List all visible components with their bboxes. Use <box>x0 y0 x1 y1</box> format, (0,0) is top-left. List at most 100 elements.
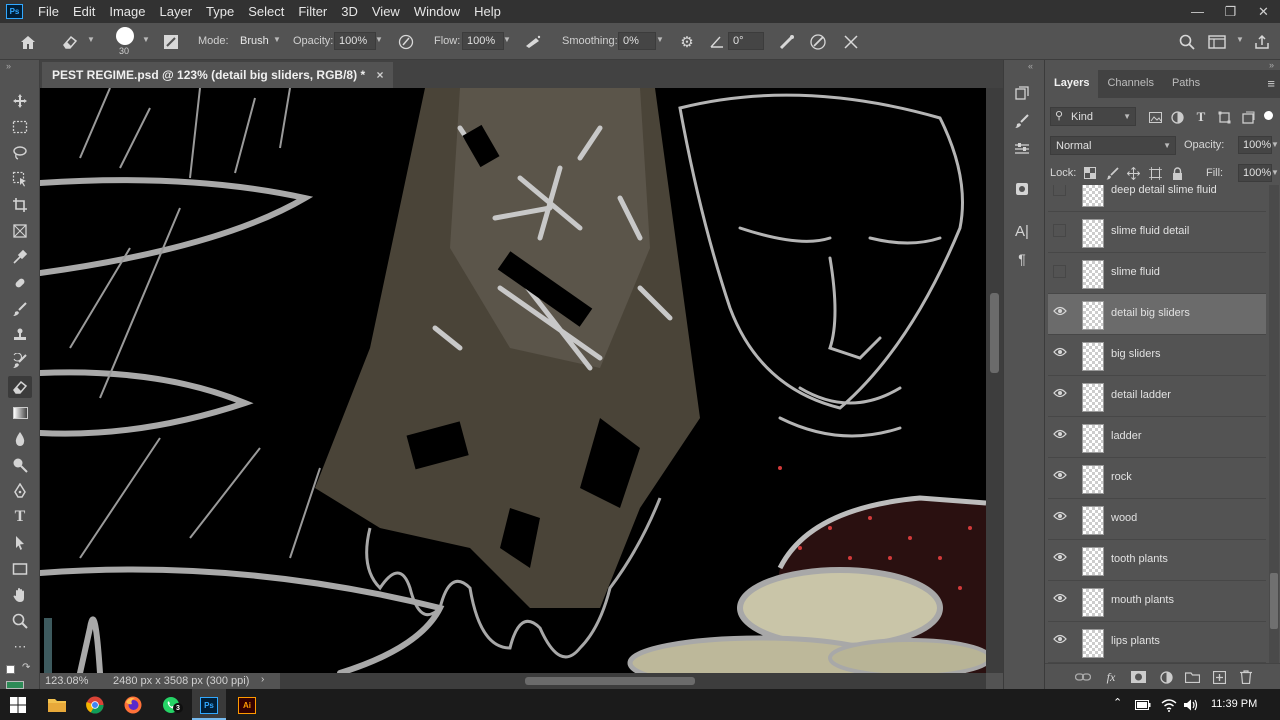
healing-brush-tool-icon[interactable] <box>8 272 32 294</box>
link-layers-icon[interactable] <box>1073 667 1093 687</box>
layer-thumbnail[interactable] <box>1082 185 1104 207</box>
symmetry-icon[interactable] <box>841 32 861 52</box>
horizontal-scrollbar[interactable] <box>280 673 986 689</box>
default-colors-icon[interactable] <box>6 665 15 674</box>
horizontal-scroll-thumb[interactable] <box>525 677 695 685</box>
panel-menu-icon[interactable]: ≡ <box>1267 76 1275 91</box>
type-tool-icon[interactable]: T <box>8 506 32 528</box>
menu-type[interactable]: Type <box>199 0 241 23</box>
more-tools-icon[interactable]: ⋯ <box>8 636 32 658</box>
eye-hidden-toggle[interactable] <box>1053 265 1066 278</box>
foreground-color-swatch[interactable] <box>6 681 24 689</box>
eye-hidden-toggle[interactable] <box>1053 185 1066 196</box>
eye-icon[interactable] <box>1053 552 1067 566</box>
menu-edit[interactable]: Edit <box>66 0 102 23</box>
fill-chevron-icon[interactable]: ▼ <box>1271 168 1279 177</box>
layer-row[interactable]: mouth plants <box>1048 581 1266 622</box>
pen-tool-icon[interactable] <box>8 480 32 502</box>
layer-thumbnail[interactable] <box>1082 260 1104 289</box>
clone-stamp-tool-icon[interactable] <box>8 324 32 346</box>
layer-row[interactable]: ladder <box>1048 417 1266 458</box>
document-tab[interactable]: PEST REGIME.psd @ 123% (detail big slide… <box>42 62 394 88</box>
filter-type-icon[interactable]: T <box>1191 107 1211 127</box>
layer-filter-select[interactable]: ⚲ Kind ▼ <box>1050 107 1136 126</box>
eraser-icon[interactable] <box>60 32 80 52</box>
tab-layers[interactable]: Layers <box>1045 70 1099 98</box>
menu-filter[interactable]: Filter <box>291 0 334 23</box>
layer-row[interactable]: wood <box>1048 499 1266 540</box>
layer-thumbnail[interactable] <box>1082 342 1104 371</box>
gradient-tool-icon[interactable] <box>8 402 32 424</box>
layer-name[interactable]: detail big sliders <box>1111 307 1190 319</box>
layer-opacity-chevron-icon[interactable]: ▼ <box>1271 140 1279 149</box>
eye-hidden-toggle[interactable] <box>1053 224 1066 237</box>
layer-thumbnail[interactable] <box>1082 301 1104 330</box>
zoom-tool-icon[interactable] <box>8 610 32 632</box>
battery-icon[interactable] <box>1131 693 1155 717</box>
layer-name[interactable]: mouth plants <box>1111 594 1174 606</box>
layer-row[interactable]: lips plants <box>1048 622 1266 663</box>
eye-icon[interactable] <box>1053 388 1067 402</box>
eye-icon[interactable] <box>1053 511 1067 525</box>
layer-row[interactable]: slime fluid <box>1048 253 1266 294</box>
delete-layer-icon[interactable] <box>1236 667 1256 687</box>
adjustments-panel-icon[interactable] <box>1010 138 1034 160</box>
layer-thumbnail[interactable] <box>1082 506 1104 535</box>
flow-field[interactable]: 100% <box>462 32 504 50</box>
pressure-size-icon[interactable] <box>777 32 797 52</box>
menu-window[interactable]: Window <box>407 0 467 23</box>
eye-icon[interactable] <box>1053 634 1067 648</box>
frame-tool-icon[interactable] <box>8 220 32 242</box>
history-panel-icon[interactable] <box>1010 82 1034 104</box>
eye-icon[interactable] <box>1053 347 1067 361</box>
document-dimensions[interactable]: 2480 px x 3508 px (300 ppi) <box>113 675 249 687</box>
layer-thumbnail[interactable] <box>1082 465 1104 494</box>
tab-paths[interactable]: Paths <box>1163 70 1209 98</box>
menu-layer[interactable]: Layer <box>153 0 200 23</box>
layer-name[interactable]: big sliders <box>1111 348 1161 360</box>
clock-time[interactable]: 11:39 PM <box>1211 698 1257 710</box>
eye-icon[interactable] <box>1053 593 1067 607</box>
lock-image-pixels-icon[interactable] <box>1102 163 1122 183</box>
home-icon[interactable] <box>18 32 38 52</box>
rectangle-tool-icon[interactable] <box>8 558 32 580</box>
lock-transparent-icon[interactable] <box>1080 163 1100 183</box>
mode-chevron-icon[interactable]: ▼ <box>273 35 281 44</box>
menu-file[interactable]: File <box>31 0 66 23</box>
share-icon[interactable] <box>1252 32 1272 52</box>
layer-opacity-field[interactable]: 100% <box>1238 136 1272 154</box>
layer-row[interactable]: slime fluid detail <box>1048 212 1266 253</box>
eraser-tool-icon[interactable] <box>8 376 32 398</box>
character-panel-icon[interactable]: A| <box>1010 220 1034 242</box>
layer-style-fx-icon[interactable]: fx <box>1101 667 1121 687</box>
layer-name[interactable]: detail ladder <box>1111 389 1171 401</box>
layer-thumbnail[interactable] <box>1082 588 1104 617</box>
layers-scroll-thumb[interactable] <box>1270 573 1278 629</box>
layer-name[interactable]: slime fluid <box>1111 266 1160 278</box>
status-menu-chevron-icon[interactable]: › <box>261 674 264 685</box>
chrome-icon[interactable] <box>83 693 107 717</box>
libraries-panel-icon[interactable] <box>1010 178 1034 200</box>
new-adjustment-layer-icon[interactable] <box>1156 667 1176 687</box>
smoothing-chevron-icon[interactable]: ▼ <box>656 35 664 44</box>
mode-select[interactable]: Brush <box>240 35 269 47</box>
opacity-chevron-icon[interactable]: ▼ <box>375 35 383 44</box>
layer-name[interactable]: lips plants <box>1111 635 1160 647</box>
eye-icon[interactable] <box>1053 470 1067 484</box>
layer-row[interactable]: big sliders <box>1048 335 1266 376</box>
airbrush-icon[interactable] <box>523 32 543 52</box>
tab-channels[interactable]: Channels <box>1098 70 1162 98</box>
lock-artboard-icon[interactable] <box>1145 163 1165 183</box>
eye-icon[interactable] <box>1053 429 1067 443</box>
wifi-icon[interactable] <box>1157 693 1181 717</box>
layer-name[interactable]: slime fluid detail <box>1111 225 1189 237</box>
object-select-tool-icon[interactable] <box>8 168 32 190</box>
eye-icon[interactable] <box>1053 306 1067 320</box>
brush-tool-icon[interactable] <box>8 298 32 320</box>
volume-icon[interactable] <box>1179 693 1203 717</box>
minimize-button[interactable]: — <box>1181 0 1214 23</box>
close-window-button[interactable]: ✕ <box>1247 0 1280 23</box>
eyedropper-tool-icon[interactable] <box>8 246 32 268</box>
paragraph-panel-icon[interactable]: ¶ <box>1010 248 1034 270</box>
brush-picker-chevron-icon[interactable]: ▼ <box>142 35 150 44</box>
